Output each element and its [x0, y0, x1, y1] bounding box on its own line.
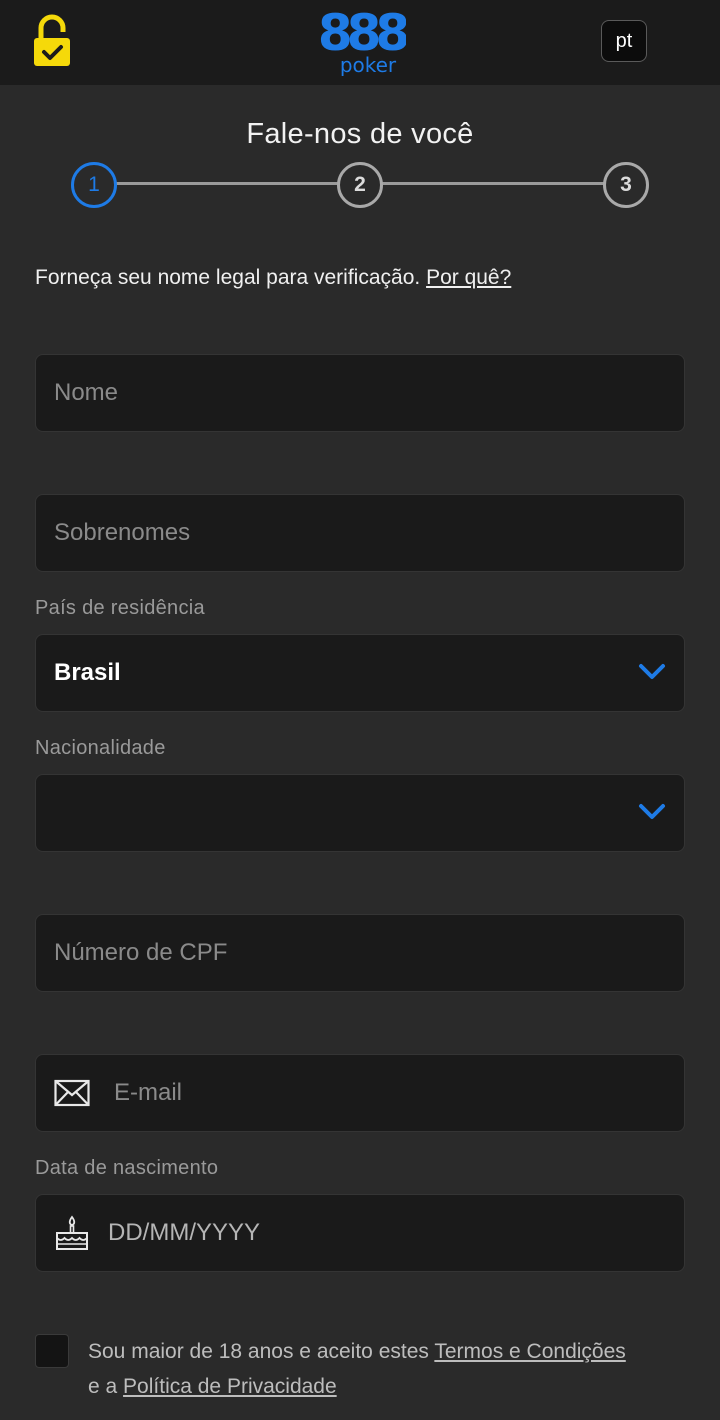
step-3: 3	[603, 162, 649, 208]
intro-text: Forneça seu nome legal para verificação.…	[35, 266, 512, 289]
cpf-placeholder: Número de CPF	[54, 939, 228, 966]
cpf-field[interactable]: Número de CPF	[35, 914, 685, 992]
country-value: Brasil	[54, 659, 121, 686]
svg-text:poker: poker	[340, 53, 397, 76]
888poker-logo[interactable]: 888 poker	[316, 6, 406, 76]
progress-stepper: 1 2 3	[0, 160, 720, 210]
page-title: Fale-nos de você	[246, 118, 474, 150]
last-name-placeholder: Sobrenomes	[54, 519, 191, 546]
nationality-label: Nacionalidade	[35, 737, 166, 759]
terms-text: Sou maior de 18 anos e aceito estes Term…	[88, 1340, 626, 1398]
country-label: País de residência	[35, 597, 205, 619]
step-1: 1	[71, 162, 117, 208]
dob-label: Data de nascimento	[35, 1157, 219, 1179]
envelope-icon	[54, 1079, 90, 1107]
first-name-placeholder: Nome	[54, 379, 119, 406]
language-code: pt	[615, 29, 633, 52]
why-link[interactable]: Por quê?	[426, 266, 511, 289]
first-name-field[interactable]: Nome	[35, 354, 685, 432]
top-bar: 888 poker pt	[0, 0, 720, 85]
terms-link[interactable]: Termos e Condições	[434, 1340, 625, 1363]
dob-field[interactable]: DD/MM/YYYY	[35, 1194, 685, 1272]
step-2: 2	[337, 162, 383, 208]
last-name-field[interactable]: Sobrenomes	[35, 494, 685, 572]
country-select[interactable]: Brasil	[35, 634, 685, 712]
email-field[interactable]: E-mail	[35, 1054, 685, 1132]
lock-icon	[34, 14, 70, 66]
chevron-down-icon	[639, 664, 665, 679]
privacy-link[interactable]: Política de Privacidade	[123, 1375, 337, 1398]
language-selector[interactable]: pt	[601, 20, 647, 62]
chevron-down-icon	[639, 804, 665, 819]
age-terms-checkbox[interactable]	[35, 1334, 69, 1368]
dob-placeholder: DD/MM/YYYY	[108, 1219, 261, 1246]
step-connector	[116, 182, 340, 185]
email-placeholder: E-mail	[114, 1079, 183, 1106]
step-connector	[382, 182, 606, 185]
nationality-select[interactable]	[35, 774, 685, 852]
birthday-cake-icon	[56, 1215, 88, 1250]
